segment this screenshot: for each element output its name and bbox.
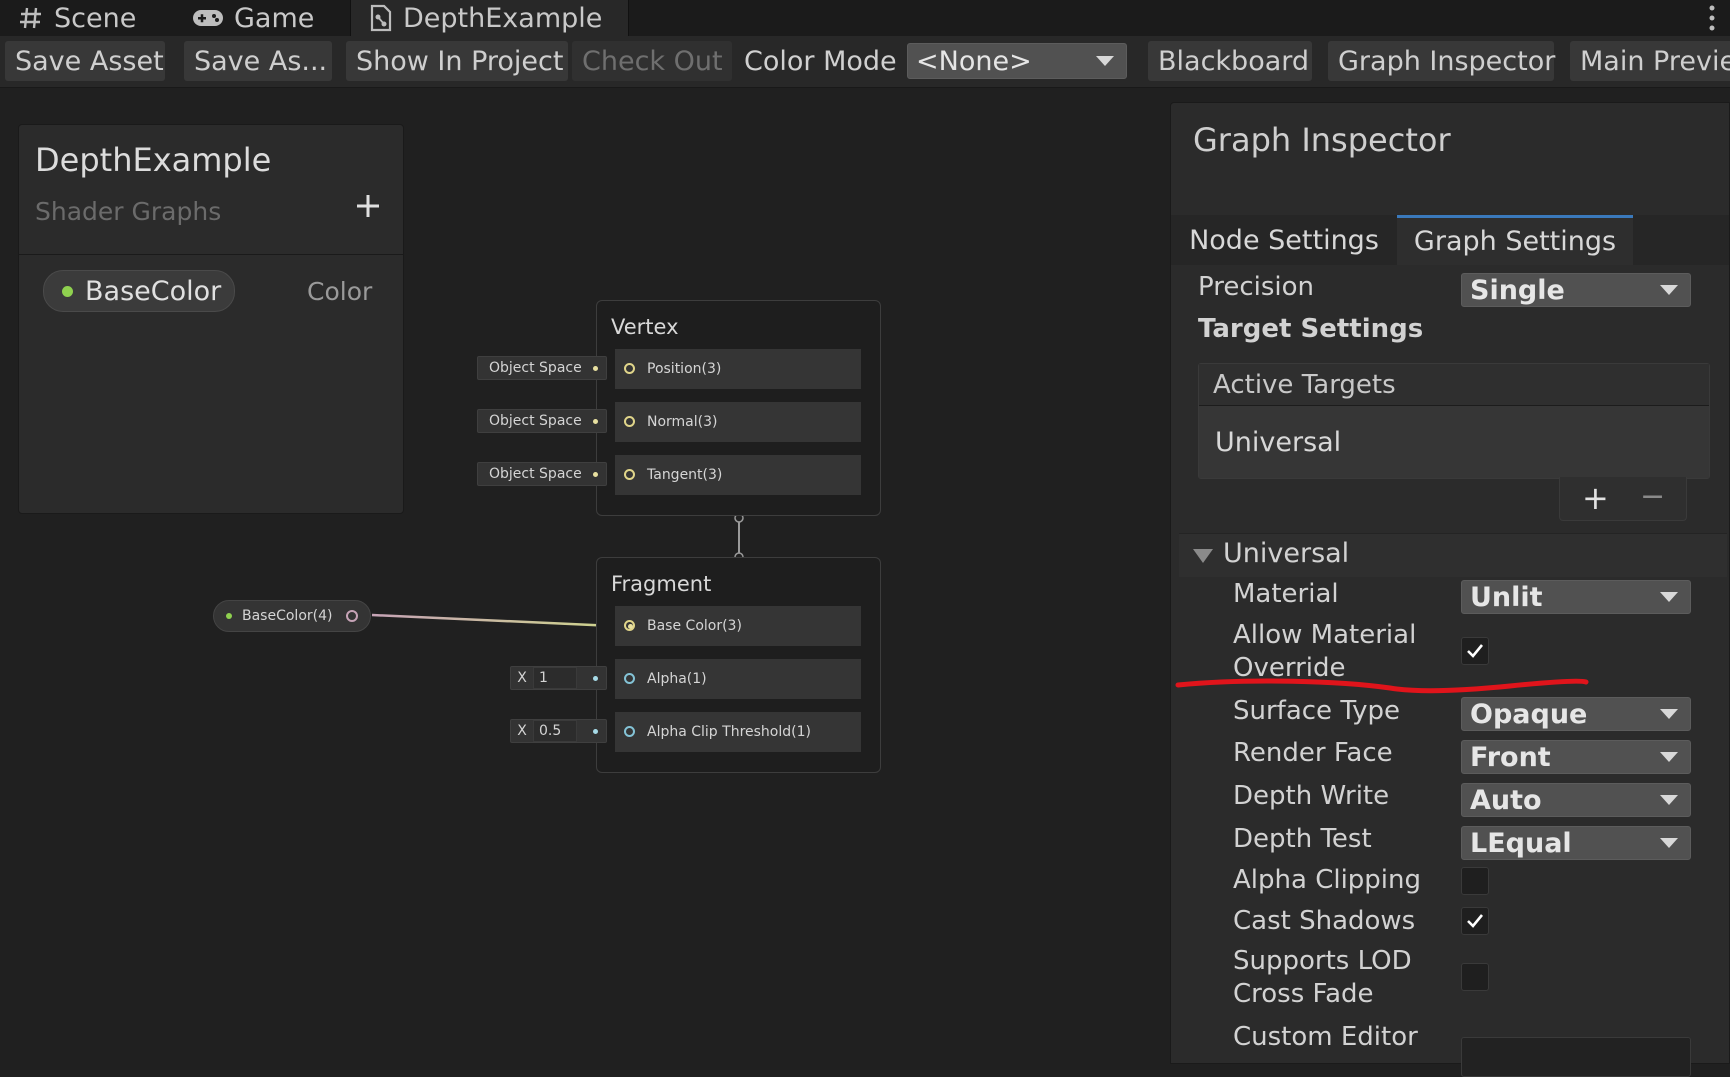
alpha-value-chip[interactable]: X 1 xyxy=(510,666,607,690)
output-dot xyxy=(593,676,598,681)
precision-label: Precision xyxy=(1198,272,1315,302)
output-dot xyxy=(593,472,598,477)
label-line-2: Cross Fade xyxy=(1233,979,1374,1009)
custom-editor-label: Custom Editor xyxy=(1233,1022,1418,1052)
output-dot xyxy=(593,729,598,734)
chevron-down-icon xyxy=(1660,285,1678,295)
universal-section-title: Universal xyxy=(1223,538,1350,569)
alpha-clip-value-field[interactable]: 0.5 xyxy=(533,720,577,742)
port-icon[interactable] xyxy=(624,469,635,480)
tab-node-settings[interactable]: Node Settings xyxy=(1171,215,1397,265)
chevron-down-icon xyxy=(1660,709,1678,719)
property-color-dot xyxy=(226,613,232,619)
port-icon[interactable] xyxy=(624,673,635,684)
vertex-slot-normal[interactable]: Normal(3) xyxy=(615,402,861,442)
alpha-value-field[interactable]: 1 xyxy=(533,667,577,689)
slot-label: Normal(3) xyxy=(647,414,718,430)
slot-label: Alpha Clip Threshold(1) xyxy=(647,724,811,740)
vertex-node[interactable]: Vertex Position(3) Normal(3) Tangent(3) xyxy=(596,300,881,516)
depth-test-value: LEqual xyxy=(1470,827,1572,859)
tab-graph-settings[interactable]: Graph Settings xyxy=(1397,215,1633,265)
fragment-node-title: Fragment xyxy=(611,572,712,596)
depth-write-value: Auto xyxy=(1470,784,1542,816)
precision-dropdown[interactable]: Single xyxy=(1461,273,1691,307)
material-label: Material xyxy=(1233,579,1339,609)
object-space-chip-normal[interactable]: Object Space xyxy=(477,409,607,433)
chevron-down-icon xyxy=(1660,838,1678,848)
chevron-down-icon xyxy=(1660,592,1678,602)
basecolor-edge xyxy=(371,613,615,628)
cast-shadows-label: Cast Shadows xyxy=(1233,906,1416,936)
slot-label: Alpha(1) xyxy=(647,671,707,687)
depth-write-label: Depth Write xyxy=(1233,781,1390,811)
graph-inspector-panel: Graph Inspector Node Settings Graph Sett… xyxy=(1170,102,1730,1077)
target-list-item[interactable]: Universal xyxy=(1199,406,1709,478)
output-dot xyxy=(593,366,598,371)
vertex-node-title: Vertex xyxy=(611,315,679,339)
port-icon[interactable] xyxy=(624,726,635,737)
chevron-down-icon xyxy=(1660,795,1678,805)
fragment-node[interactable]: Fragment Base Color(3) Alpha(1) Alpha Cl… xyxy=(596,557,881,773)
chip-label: Object Space xyxy=(489,466,582,482)
label-line-1: Allow Material xyxy=(1233,620,1417,650)
add-target-button[interactable]: + xyxy=(1582,479,1609,517)
checkmark-icon xyxy=(1467,644,1484,658)
checkmark-icon xyxy=(1467,914,1484,928)
foldout-triangle-icon[interactable] xyxy=(1193,549,1213,563)
slot-label: Tangent(3) xyxy=(647,467,723,483)
depth-test-label: Depth Test xyxy=(1233,824,1372,854)
render-face-value: Front xyxy=(1470,741,1551,773)
render-face-label: Render Face xyxy=(1233,738,1393,768)
chevron-down-icon xyxy=(1660,752,1678,762)
alpha-clipping-label: Alpha Clipping xyxy=(1233,865,1422,895)
label-line-1: Supports LOD xyxy=(1233,946,1412,976)
chip-label: Object Space xyxy=(489,360,582,376)
alpha-clip-value-chip[interactable]: X 0.5 xyxy=(510,719,607,743)
vertex-slot-tangent[interactable]: Tangent(3) xyxy=(615,455,861,495)
port-icon[interactable] xyxy=(624,416,635,427)
axis-label: X xyxy=(517,670,527,686)
slot-label: Position(3) xyxy=(647,361,722,377)
depth-test-dropdown[interactable]: LEqual xyxy=(1461,826,1691,860)
list-footer: + − xyxy=(1559,477,1687,521)
output-port-icon[interactable] xyxy=(346,610,358,622)
inspector-title: Graph Inspector xyxy=(1193,121,1451,159)
object-space-chip-position[interactable]: Object Space xyxy=(477,356,607,380)
render-face-dropdown[interactable]: Front xyxy=(1461,740,1691,774)
supports-lod-cross-fade-checkbox[interactable] xyxy=(1461,963,1489,991)
active-targets-list: Active Targets Universal xyxy=(1198,363,1710,479)
target-settings-heading: Target Settings xyxy=(1198,314,1424,344)
alpha-clipping-checkbox[interactable] xyxy=(1461,867,1489,895)
chip-label: Object Space xyxy=(489,413,582,429)
port-icon[interactable] xyxy=(624,363,635,374)
red-underline-annotation xyxy=(1175,678,1589,694)
active-targets-header: Active Targets xyxy=(1199,364,1709,406)
depth-write-dropdown[interactable]: Auto xyxy=(1461,783,1691,817)
object-space-chip-tangent[interactable]: Object Space xyxy=(477,462,607,486)
remove-target-button[interactable]: − xyxy=(1640,479,1665,514)
custom-editor-field[interactable] xyxy=(1461,1037,1691,1077)
slot-label: Base Color(3) xyxy=(647,618,742,634)
material-value: Unlit xyxy=(1470,581,1543,613)
precision-value: Single xyxy=(1470,274,1565,306)
connected-dot xyxy=(628,624,633,629)
output-dot xyxy=(593,419,598,424)
material-dropdown[interactable]: Unlit xyxy=(1461,580,1691,614)
axis-label: X xyxy=(517,723,527,739)
fragment-slot-alpha-clip-threshold[interactable]: Alpha Clip Threshold(1) xyxy=(615,712,861,752)
universal-foldout[interactable]: Universal xyxy=(1179,533,1727,577)
cast-shadows-checkbox[interactable] xyxy=(1461,907,1489,935)
supports-lod-cross-fade-label: Supports LOD Cross Fade xyxy=(1233,945,1412,1011)
basecolor-property-node[interactable]: BaseColor(4) xyxy=(213,600,371,632)
fragment-slot-alpha[interactable]: Alpha(1) xyxy=(615,659,861,699)
fragment-slot-base-color[interactable]: Base Color(3) xyxy=(615,606,861,646)
property-node-label: BaseColor(4) xyxy=(242,608,333,624)
vertex-slot-position[interactable]: Position(3) xyxy=(615,349,861,389)
